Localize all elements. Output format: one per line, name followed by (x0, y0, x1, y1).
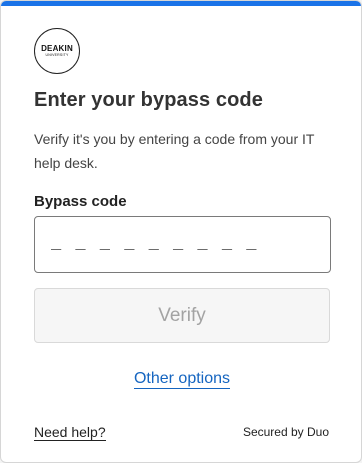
bypass-code-label: Bypass code (34, 193, 127, 210)
verify-button[interactable]: Verify (34, 288, 330, 343)
bypass-code-input[interactable] (34, 216, 331, 273)
other-options-link[interactable]: Other options (133, 370, 231, 389)
accent-bar (1, 1, 361, 6)
other-options-container: Other options (1, 370, 361, 389)
logo-name: DEAKIN (41, 44, 73, 53)
page-title: Enter your bypass code (34, 89, 263, 111)
need-help-link[interactable]: Need help? (34, 424, 106, 441)
auth-card: DEAKIN UNIVERSITY Enter your bypass code… (0, 0, 362, 463)
university-logo: DEAKIN UNIVERSITY (34, 28, 80, 74)
secured-by-duo: Secured by Duo (242, 425, 329, 439)
page-description: Verify it's you by entering a code from … (34, 131, 315, 171)
logo-subtitle: UNIVERSITY (45, 53, 69, 57)
